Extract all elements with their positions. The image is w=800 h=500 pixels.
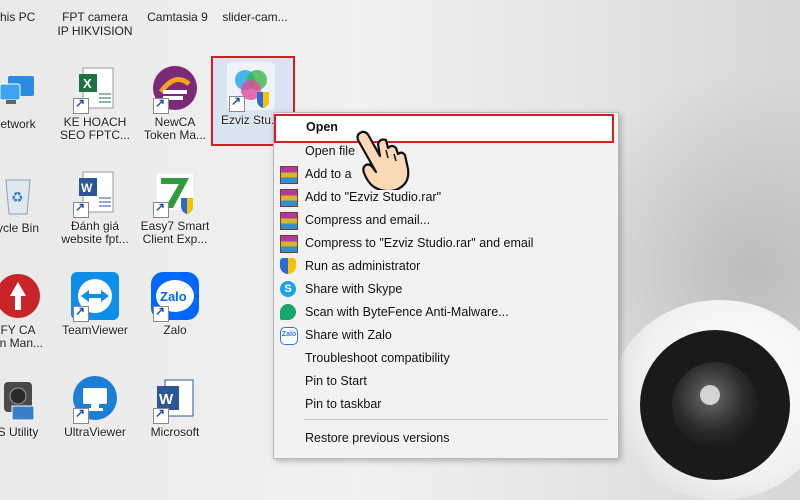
menu-item-pin-to-start[interactable]: Pin to Start (274, 369, 618, 392)
desktop-icon-microsoft-word[interactable]: W Microsoft (135, 374, 215, 439)
menu-item-compress-to-rar-and-email[interactable]: Compress to "Ezviz Studio.rar" and email (274, 231, 618, 254)
desktop-icon-ultraviewer[interactable]: UltraViewer (55, 374, 135, 439)
menu-item-restore-previous-versions[interactable]: Restore previous versions (274, 426, 618, 449)
desktop-icon-network[interactable]: etwork (0, 66, 58, 131)
desktop-label-this-pc[interactable]: his PC (0, 10, 40, 24)
desktop-label-slider-cam[interactable]: slider-cam... (215, 10, 295, 24)
menu-item-share-with-zalo[interactable]: Zalo Share with Zalo (274, 323, 618, 346)
newca-token-icon (151, 64, 199, 114)
ultraviewer-icon (71, 374, 119, 424)
desktop-icon-utility[interactable]: S Utility (0, 374, 58, 439)
menu-separator (304, 419, 608, 420)
shortcut-arrow-icon (73, 96, 89, 114)
svg-text:W: W (81, 181, 93, 195)
desktop-icon-fy-ca[interactable]: FY CA en Man... (0, 272, 58, 350)
winrar-icon (280, 166, 298, 184)
bytefence-icon (280, 304, 296, 320)
pointing-hand-icon (350, 118, 410, 193)
desktop-icon-easy7[interactable]: Easy7 Smart Client Exp... (135, 168, 215, 246)
top-icon-labels: his PC FPT camera IP HIKVISION Camtasia … (0, 10, 360, 40)
desktop-icon-recycle-bin[interactable]: ♻ ycle Bin (0, 170, 58, 235)
shortcut-arrow-icon (229, 94, 245, 112)
menu-item-pin-to-taskbar[interactable]: Pin to taskbar (274, 392, 618, 415)
camera-lens-glint (700, 385, 720, 405)
menu-item-scan-bytefence[interactable]: Scan with ByteFence Anti-Malware... (274, 300, 618, 323)
easy7-icon (151, 168, 199, 218)
ezviz-studio-icon (227, 62, 275, 112)
desktop-icon-newca[interactable]: NewCA Token Ma... (135, 64, 215, 142)
word-file-icon: W (71, 168, 119, 218)
menu-item-troubleshoot-compatibility[interactable]: Troubleshoot compatibility (274, 346, 618, 369)
winrar-icon (280, 189, 298, 207)
winrar-icon (280, 212, 298, 230)
menu-item-open-label[interactable]: Open (306, 120, 338, 134)
context-menu: Open Open file Add to a Add to "Ezviz St… (273, 112, 619, 459)
desktop-icon-danh-gia[interactable]: W Đánh giá website fpt... (55, 168, 135, 246)
skype-icon: S (280, 281, 296, 297)
menu-item-compress-and-email[interactable]: Compress and email... (274, 208, 618, 231)
uac-shield-icon (280, 258, 296, 274)
svg-text:X: X (83, 76, 92, 91)
teamviewer-icon (71, 272, 119, 322)
svg-text:Zalo: Zalo (160, 289, 187, 304)
menu-item-run-as-administrator[interactable]: Run as administrator (274, 254, 618, 277)
desktop-icon-zalo[interactable]: Zalo Zalo (135, 272, 215, 337)
shortcut-arrow-icon (73, 304, 89, 322)
open-highlight-box: Open (274, 114, 614, 143)
excel-file-icon: X (71, 64, 119, 114)
zalo-icon: Zalo (151, 272, 199, 322)
shortcut-arrow-icon (153, 406, 169, 424)
shortcut-arrow-icon (153, 304, 169, 322)
desktop-icon-ke-hoach[interactable]: X KE HOACH SEO FPTC... (55, 64, 135, 142)
desktop-label-camtasia[interactable]: Camtasia 9 (140, 10, 215, 24)
network-icon (0, 66, 42, 114)
menu-item-add-to-rar[interactable]: Add to "Ezviz Studio.rar" (274, 185, 618, 208)
shortcut-arrow-icon (153, 200, 169, 218)
microsoft-word-icon: W (151, 374, 199, 424)
winrar-icon (280, 235, 298, 253)
camera-lens (672, 362, 758, 448)
recycle-bin-icon: ♻ (0, 170, 42, 218)
utility-icon (0, 374, 42, 422)
fy-ca-icon (0, 272, 42, 320)
menu-item-share-with-skype[interactable]: S Share with Skype (274, 277, 618, 300)
shortcut-arrow-icon (153, 96, 169, 114)
shortcut-arrow-icon (73, 200, 89, 218)
zalo-icon: Zalo (280, 327, 298, 345)
svg-text:♻: ♻ (11, 190, 24, 206)
shortcut-arrow-icon (73, 406, 89, 424)
desktop-icon-teamviewer[interactable]: TeamViewer (55, 272, 135, 337)
menu-item-add-to-archive[interactable]: Add to a (274, 162, 618, 185)
desktop-label-fpt-camera[interactable]: FPT camera IP HIKVISION (55, 10, 135, 38)
